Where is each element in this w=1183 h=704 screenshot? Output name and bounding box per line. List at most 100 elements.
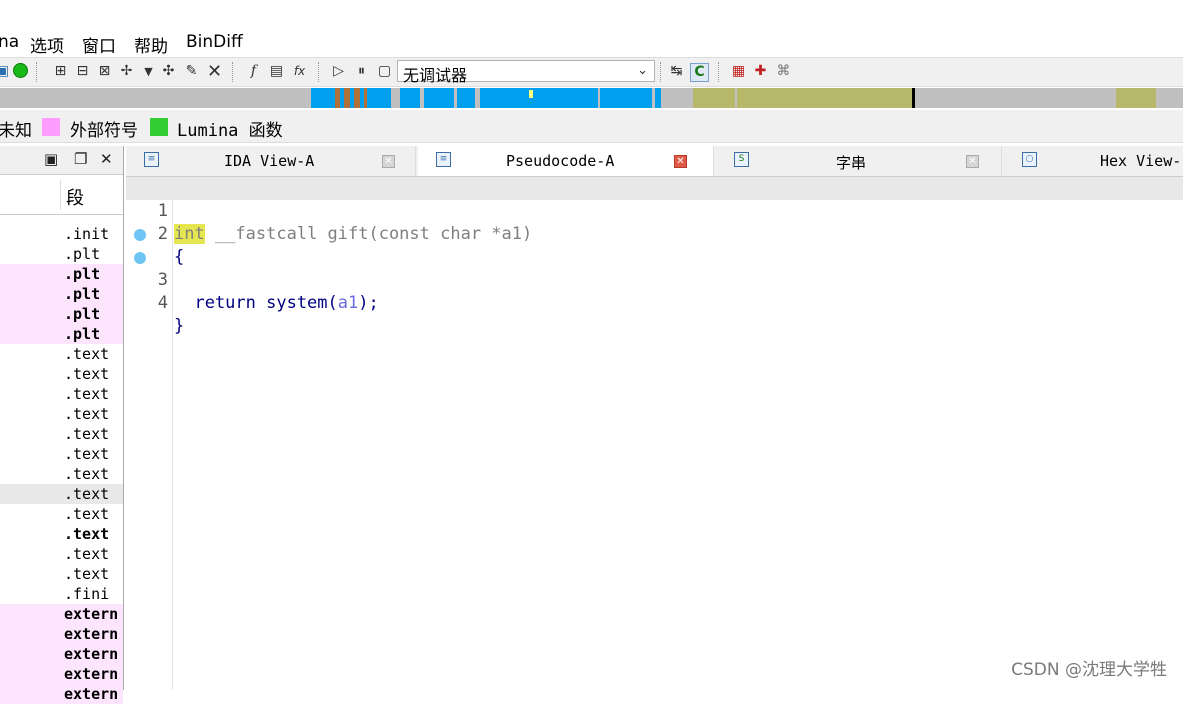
legend: 未知 外部符号 Lumina 函数 xyxy=(0,110,1183,143)
code-text[interactable]: ); xyxy=(358,293,378,313)
code-line[interactable]: 3 return system(a1); xyxy=(126,223,1183,313)
code-line[interactable]: 2 { xyxy=(126,200,1183,267)
segment-name: .init xyxy=(64,225,110,243)
segment-row[interactable]: .init xyxy=(0,224,123,244)
segment-row[interactable]: .text xyxy=(0,484,123,504)
code-text[interactable]: } xyxy=(174,315,184,338)
green-circle-icon[interactable] xyxy=(12,63,29,80)
restore-icon[interactable]: ❐ xyxy=(74,150,87,168)
menu-item-na[interactable]: na xyxy=(0,32,19,52)
patch-icon[interactable]: ✎ xyxy=(183,63,200,80)
segment-name: .text xyxy=(64,545,110,563)
stop-icon[interactable]: ▢ xyxy=(376,63,393,80)
toolbar-separator xyxy=(660,62,662,82)
functions-pane: ▣ ❐ ✕ 段 .init .plt .plt .plt .plt .plt .text .t… xyxy=(0,146,124,704)
segment-row[interactable]: .text xyxy=(0,524,123,544)
function-icon[interactable]: f xyxy=(245,63,262,80)
segment-row[interactable]: .plt xyxy=(0,284,123,304)
segment-row[interactable]: .plt xyxy=(0,324,123,344)
attach-icon[interactable]: ↹ xyxy=(668,63,685,80)
segment-name: extern xyxy=(64,685,119,703)
segment-row[interactable]: .plt xyxy=(0,264,123,284)
segment-row[interactable]: extern xyxy=(0,684,123,704)
segment-icon[interactable]: ▦ xyxy=(730,63,747,80)
segment-row[interactable]: .text xyxy=(0,384,123,404)
rename-icon[interactable]: ✣ xyxy=(160,63,177,80)
xref-icon[interactable]: ⊟ xyxy=(74,63,91,80)
segment-row[interactable]: .plt xyxy=(0,244,123,264)
segment-row[interactable]: .text xyxy=(0,404,123,424)
segment-row[interactable]: .text xyxy=(0,464,123,484)
tab-label: IDA View-A xyxy=(224,152,315,170)
segment-name: extern xyxy=(64,665,119,683)
fx-icon[interactable]: fx xyxy=(291,63,308,80)
hex-rays-icon[interactable]: C xyxy=(690,63,709,82)
segment-column-header[interactable]: 段 xyxy=(0,176,123,215)
tab-label: 字串 xyxy=(836,154,867,172)
breakpoint-marker-icon[interactable] xyxy=(134,252,146,264)
segment-row[interactable]: .fini xyxy=(0,584,123,604)
play-icon[interactable]: ▷ xyxy=(330,63,347,80)
tab-label: Hex View- xyxy=(1100,152,1182,170)
close-icon[interactable]: ✕ xyxy=(382,155,395,168)
segment-name: .text xyxy=(64,525,110,543)
tab-label: Pseudocode-A xyxy=(506,152,615,170)
segment-name: .text xyxy=(64,345,110,363)
segment-name: .text xyxy=(64,445,110,463)
segment-row[interactable]: .text xyxy=(0,444,123,464)
close-icon[interactable]: ✕ xyxy=(966,155,979,168)
segment-row[interactable]: .text xyxy=(0,564,123,584)
segment-name: extern xyxy=(64,625,119,643)
tab-strings[interactable]: S 字串 ✕ xyxy=(716,146,1002,176)
close-icon[interactable]: ✕ xyxy=(674,155,687,168)
segment-row[interactable]: .text xyxy=(0,424,123,444)
breakpoint-icon[interactable]: ✚ xyxy=(752,63,769,80)
menu-item-bindiff[interactable]: BinDiff xyxy=(186,32,243,52)
pause-icon[interactable]: ⏸ xyxy=(353,63,370,80)
segment-row[interactable]: .text xyxy=(0,364,123,384)
segment-name: .plt xyxy=(64,285,101,303)
segment-row[interactable]: extern xyxy=(0,604,123,624)
segment-name: .plt xyxy=(64,325,101,343)
tab-pseudocode[interactable]: ≡ Pseudocode-A ✕ xyxy=(418,146,714,176)
segment-row[interactable]: extern xyxy=(0,664,123,684)
segment-name: .text xyxy=(64,385,110,403)
dropdown-icon[interactable]: ▼ xyxy=(140,63,157,80)
code-line[interactable]: 1 int __fastcall gift(const char *a1) xyxy=(126,177,1183,244)
segment-row[interactable]: .text xyxy=(0,344,123,364)
pane-header: ▣ ❐ ✕ xyxy=(0,146,123,175)
new-struct-icon[interactable]: ⊠ xyxy=(96,63,113,80)
pseudocode-view[interactable]: 1 int __fastcall gift(const char *a1) 2 … xyxy=(126,177,1183,690)
segment-name: .plt xyxy=(64,245,101,263)
tab-ida-view[interactable]: ≡ IDA View-A ✕ xyxy=(126,146,416,176)
segment-name: .text xyxy=(64,485,110,503)
new-enum-icon[interactable]: ✢ xyxy=(118,63,135,80)
tab-hex-view[interactable]: ○ Hex View- xyxy=(1004,146,1183,176)
menu-item-help[interactable]: 帮助 xyxy=(134,32,168,57)
segment-name: .text xyxy=(64,425,110,443)
navigation-band[interactable] xyxy=(0,88,1183,108)
open-icon[interactable]: ▣ xyxy=(0,63,11,80)
script-icon[interactable]: ▤ xyxy=(268,63,285,80)
menu-item-windows[interactable]: 窗口 xyxy=(82,32,116,57)
maximize-icon[interactable]: ▣ xyxy=(44,150,58,168)
segment-name: .plt xyxy=(64,265,101,283)
menu-bar: na 选项 窗口 帮助 BinDiff xyxy=(0,28,1183,57)
segment-row[interactable]: .plt xyxy=(0,304,123,324)
debugger-select[interactable]: 无调试器 ⌄ xyxy=(397,60,655,85)
tracing-icon[interactable]: ⌘ xyxy=(775,63,792,80)
code-line[interactable]: 4 } xyxy=(126,246,1183,336)
segment-row[interactable]: .text xyxy=(0,504,123,524)
close-icon[interactable]: ✕ xyxy=(100,150,113,168)
segment-row[interactable]: extern xyxy=(0,644,123,664)
segment-name: .text xyxy=(64,365,110,383)
return-statement[interactable]: return system( xyxy=(174,293,337,313)
segment-row[interactable]: extern xyxy=(0,624,123,644)
segment-row[interactable]: .text xyxy=(0,544,123,564)
xref-icon[interactable]: ⊞ xyxy=(52,63,69,80)
breakpoint-marker-icon[interactable] xyxy=(134,229,146,241)
delete-icon[interactable]: ✕ xyxy=(206,63,223,81)
menu-item-options[interactable]: 选项 xyxy=(30,32,64,57)
toolbar-separator xyxy=(232,62,234,82)
variable-a1[interactable]: a1 xyxy=(338,293,358,313)
